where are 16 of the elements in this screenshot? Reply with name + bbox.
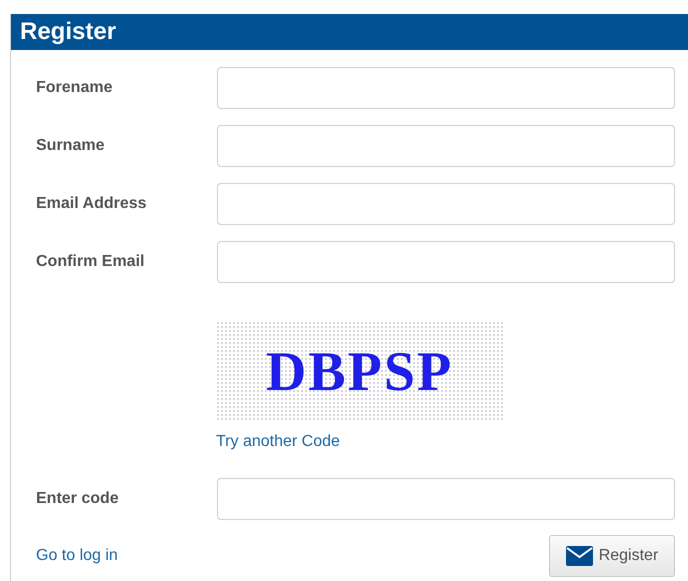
input-field[interactable] <box>217 67 675 109</box>
input-field[interactable] <box>217 241 675 283</box>
input-field[interactable] <box>217 125 675 167</box>
field-label: Confirm Email <box>36 252 146 272</box>
register-button[interactable]: Register <box>549 535 675 577</box>
field-label: Enter code <box>36 489 120 509</box>
field-label: Email Address <box>36 194 148 214</box>
panel-title: Register <box>20 20 116 44</box>
field-label: Surname <box>36 136 106 156</box>
try-another-code-link[interactable]: Try another Code <box>216 430 340 454</box>
go-to-log-in-link[interactable]: Go to log in <box>36 544 118 568</box>
envelope-icon <box>566 546 593 566</box>
field-label: Forename <box>36 78 114 98</box>
captcha-image: DBPSP <box>216 321 503 422</box>
input-field[interactable] <box>217 183 675 225</box>
input-field[interactable] <box>217 478 675 520</box>
